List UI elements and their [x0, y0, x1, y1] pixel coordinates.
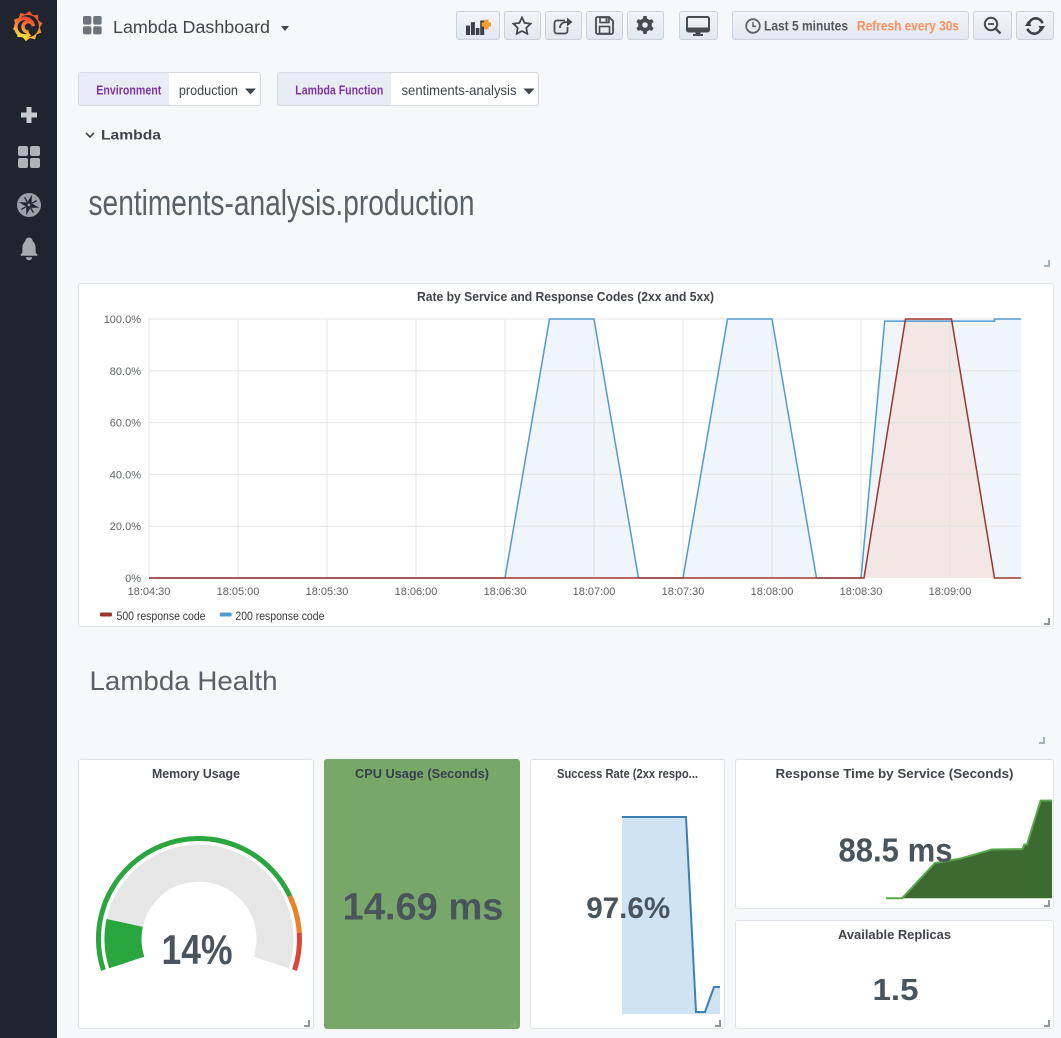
- svg-text:97.6%: 97.6%: [586, 892, 670, 925]
- svg-text:18:07:00: 18:07:00: [573, 586, 616, 598]
- svg-text:14%: 14%: [162, 926, 233, 973]
- svg-text:40.0%: 40.0%: [110, 469, 141, 481]
- svg-text:500 response code: 500 response code: [117, 609, 206, 623]
- svg-text:Environment: Environment: [96, 84, 162, 98]
- svg-text:Lambda: Lambda: [101, 127, 161, 143]
- svg-text:18:05:30: 18:05:30: [306, 586, 349, 598]
- svg-text:18:07:30: 18:07:30: [662, 586, 705, 598]
- svg-text:Lambda Health: Lambda Health: [90, 666, 278, 696]
- svg-text:18:09:00: 18:09:00: [929, 586, 972, 598]
- svg-text:80.0%: 80.0%: [110, 366, 141, 378]
- svg-text:1.5: 1.5: [873, 972, 919, 1007]
- svg-text:20.0%: 20.0%: [110, 521, 141, 533]
- svg-text:18:05:00: 18:05:00: [217, 586, 260, 598]
- svg-text:18:04:30: 18:04:30: [128, 586, 171, 598]
- svg-text:sentiments-analysis.production: sentiments-analysis.production: [89, 182, 475, 223]
- svg-text:Lambda Function: Lambda Function: [295, 84, 383, 98]
- svg-text:200 response code: 200 response code: [235, 609, 324, 623]
- svg-text:60.0%: 60.0%: [110, 418, 141, 430]
- svg-text:88.5 ms: 88.5 ms: [839, 832, 953, 869]
- svg-text:18:06:00: 18:06:00: [395, 586, 438, 598]
- svg-text:18:06:30: 18:06:30: [484, 586, 527, 598]
- svg-text:0%: 0%: [125, 573, 141, 585]
- svg-text:Last 5 minutes: Last 5 minutes: [764, 18, 848, 33]
- svg-text:18:08:00: 18:08:00: [751, 586, 794, 598]
- svg-text:production: production: [179, 82, 238, 98]
- svg-text:100.0%: 100.0%: [104, 314, 142, 326]
- svg-text:Lambda Dashboard: Lambda Dashboard: [113, 17, 270, 37]
- svg-text:sentiments-analysis: sentiments-analysis: [402, 82, 517, 98]
- svg-text:14.69 ms: 14.69 ms: [343, 887, 504, 929]
- svg-text:Refresh every 30s: Refresh every 30s: [857, 18, 959, 33]
- svg-text:18:08:30: 18:08:30: [840, 586, 883, 598]
